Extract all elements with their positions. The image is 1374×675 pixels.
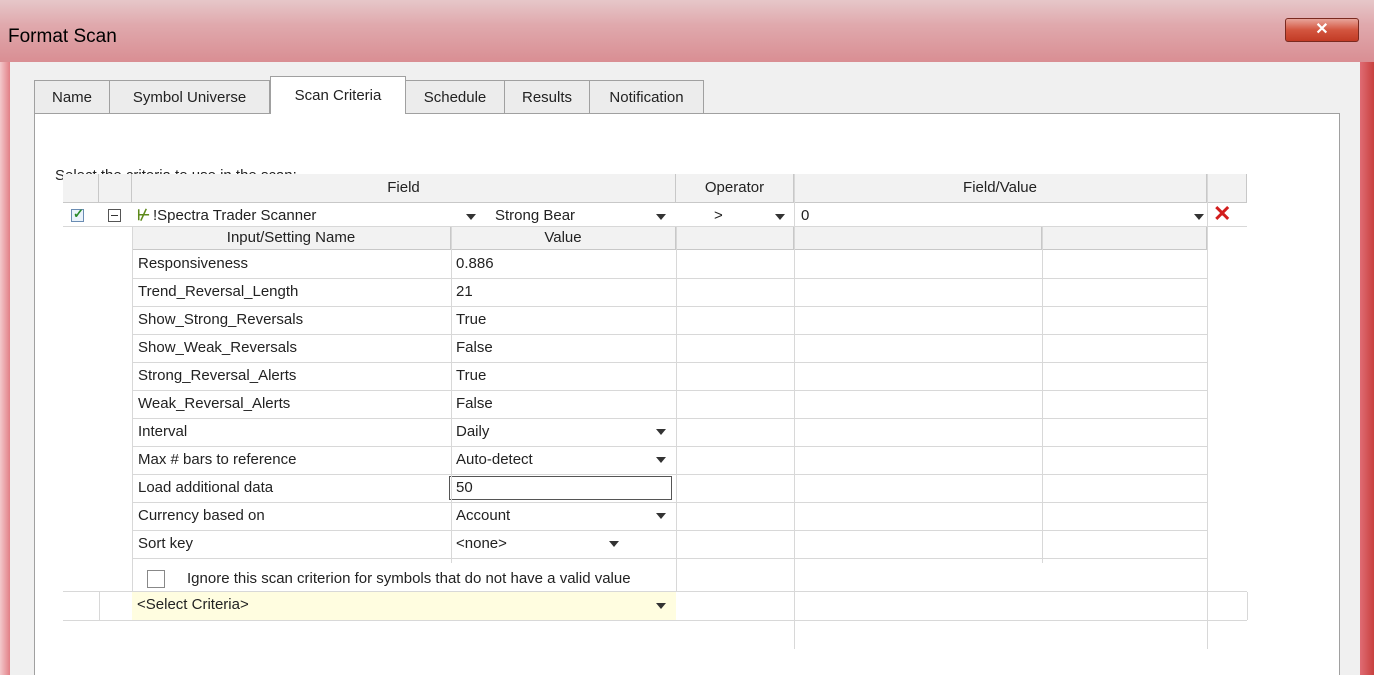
tab-results[interactable]: Results	[504, 80, 590, 113]
input-value-dropdown-arrow[interactable]	[656, 429, 666, 435]
operator-dropdown-arrow[interactable]	[775, 214, 785, 220]
window-title: Format Scan	[8, 26, 117, 47]
grid-vline	[676, 227, 677, 591]
input-name: Show_Strong_Reversals	[138, 311, 304, 328]
tab-name[interactable]: Name	[34, 80, 110, 113]
dialog-client-area: Name Symbol Universe Scan Criteria Sched…	[10, 62, 1360, 675]
input-value[interactable]: Daily	[456, 423, 489, 440]
input-value[interactable]: True	[456, 311, 486, 328]
grid-vline	[132, 227, 133, 619]
window-frame-right	[1360, 62, 1374, 675]
window-frame-left	[0, 62, 10, 675]
input-name: Responsiveness	[138, 255, 249, 272]
criterion-sub-field[interactable]: Strong Bear	[495, 207, 575, 224]
inputs-header-pad-2	[794, 227, 1042, 250]
input-name: Show_Weak_Reversals	[138, 339, 297, 356]
input-row[interactable]: Weak_Reversal_Alerts False	[132, 390, 676, 418]
tab-schedule[interactable]: Schedule	[405, 80, 505, 113]
input-value-editor[interactable]	[449, 476, 672, 500]
format-scan-window: Format Scan ✕ Name Symbol Universe Scan …	[0, 0, 1374, 675]
input-name: Currency based on	[138, 507, 265, 524]
input-value[interactable]: 21	[456, 283, 473, 300]
grid-header-field[interactable]: Field	[132, 174, 676, 203]
input-row[interactable]: Sort key <none>	[132, 530, 676, 558]
input-name: Max # bars to reference	[138, 451, 297, 468]
inputs-header-pad-3	[1042, 227, 1207, 250]
grid-vline	[1247, 592, 1248, 620]
input-row[interactable]: Load additional data 50	[132, 474, 676, 502]
input-name: Trend_Reversal_Length	[138, 283, 299, 300]
grid-header-expand	[99, 174, 132, 203]
delete-criterion-icon[interactable]: ✕	[1213, 201, 1231, 227]
tab-scan-criteria[interactable]: Scan Criteria	[270, 76, 406, 114]
select-criteria-dropdown[interactable]: <Select Criteria>	[137, 596, 249, 613]
minus-icon	[111, 215, 118, 216]
ignore-criterion-label: Ignore this scan criterion for symbols t…	[187, 570, 631, 587]
input-row[interactable]: Responsiveness 0.886	[132, 250, 676, 278]
input-row[interactable]: Max # bars to reference Auto-detect	[132, 446, 676, 474]
input-row[interactable]: Show_Weak_Reversals False	[132, 334, 676, 362]
input-name: Weak_Reversal_Alerts	[138, 395, 291, 412]
sub-field-dropdown-arrow[interactable]	[656, 214, 666, 220]
criterion-value[interactable]: 0	[801, 207, 809, 224]
close-button[interactable]: ✕	[1285, 18, 1359, 42]
input-row[interactable]: Interval Daily	[132, 418, 676, 446]
tab-symbol-universe[interactable]: Symbol Universe	[109, 80, 270, 113]
grid-header-field-value[interactable]: Field/Value	[794, 174, 1207, 203]
input-value-dropdown-arrow[interactable]	[656, 513, 666, 519]
input-row[interactable]: Trend_Reversal_Length 21	[132, 278, 676, 306]
value-dropdown-arrow[interactable]	[1194, 214, 1204, 220]
collapse-toggle[interactable]	[108, 209, 121, 222]
field-dropdown-arrow[interactable]	[466, 214, 476, 220]
input-value[interactable]: <none>	[456, 535, 507, 552]
ignore-criterion-checkbox[interactable]	[147, 570, 165, 588]
inputs-header-value: Value	[451, 227, 676, 250]
input-row[interactable]: Show_Strong_Reversals True	[132, 306, 676, 334]
input-value[interactable]: True	[456, 367, 486, 384]
scan-criteria-panel: Select the criteria to use in the scan: …	[34, 113, 1340, 675]
criterion-operator[interactable]: >	[714, 207, 723, 224]
grid-header-operator[interactable]: Operator	[676, 174, 794, 203]
input-row[interactable]: Strong_Reversal_Alerts True	[132, 362, 676, 390]
input-value[interactable]: Auto-detect	[456, 451, 533, 468]
grid-vline	[1042, 227, 1043, 563]
input-value-dropdown-arrow[interactable]	[609, 541, 619, 547]
indicator-icon: ⊬	[137, 207, 151, 224]
title-bar[interactable]: Format Scan ✕	[0, 0, 1374, 62]
criteria-grid: Field Operator Field/Value ✓ ⊬ !Spectra …	[63, 174, 1325, 654]
input-name: Load additional data	[138, 479, 274, 496]
grid-vline	[1207, 174, 1208, 649]
input-value[interactable]: False	[456, 339, 493, 356]
input-name: Strong_Reversal_Alerts	[138, 367, 297, 384]
row-separator	[63, 620, 1247, 621]
row-separator	[132, 558, 1207, 559]
input-value-dropdown-arrow[interactable]	[656, 457, 666, 463]
grid-header-delete	[1207, 174, 1247, 203]
inputs-header-name: Input/Setting Name	[132, 227, 451, 250]
input-value[interactable]: 50	[456, 479, 473, 496]
criterion-field[interactable]: !Spectra Trader Scanner	[153, 207, 316, 224]
tab-notification[interactable]: Notification	[589, 80, 704, 113]
input-row[interactable]: Currency based on Account	[132, 502, 676, 530]
select-criteria-dropdown-arrow[interactable]	[656, 603, 666, 609]
grid-vline	[794, 174, 795, 649]
input-value[interactable]: Account	[456, 507, 510, 524]
input-name: Interval	[138, 423, 188, 440]
input-value[interactable]: 0.886	[456, 255, 494, 272]
grid-vline	[451, 227, 452, 563]
grid-header-check	[63, 174, 99, 203]
grid-vline	[99, 592, 100, 620]
inputs-header-pad-1	[676, 227, 794, 250]
criterion-enabled-checkbox[interactable]: ✓	[71, 206, 84, 222]
input-name: Sort key	[138, 535, 194, 552]
input-value[interactable]: False	[456, 395, 493, 412]
checkmark-icon: ✓	[73, 206, 84, 221]
